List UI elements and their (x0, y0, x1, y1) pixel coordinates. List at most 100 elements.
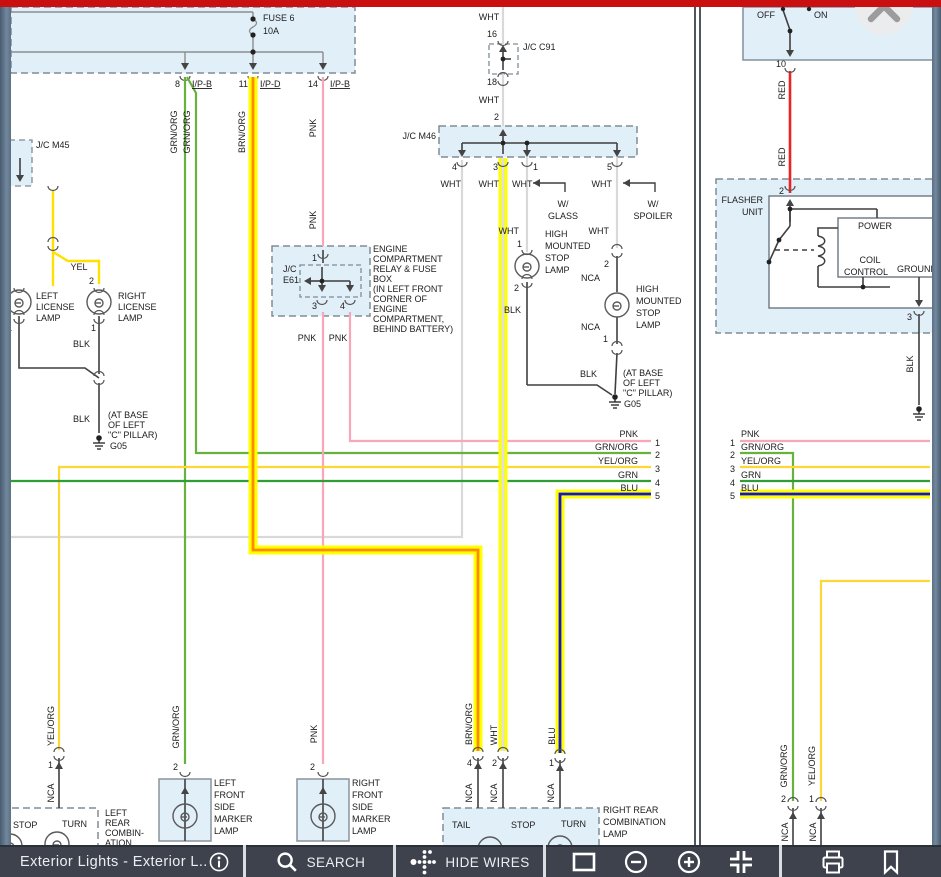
wire-label: NCA (581, 322, 600, 332)
wire-label: PNK (308, 119, 318, 138)
wire-label: WHT (479, 12, 500, 22)
component-label: MARKER (352, 814, 391, 824)
component-label: COMBIN- (105, 828, 144, 838)
search-label: SEARCH (307, 855, 366, 870)
wire-label: NCA (46, 783, 56, 802)
wire-label: BLK (73, 339, 90, 349)
wire-label: BLK (504, 305, 521, 315)
ground-note: "C" PILLAR) (623, 388, 672, 398)
wire-label: PNK (309, 725, 319, 744)
jc-m46-label: J/C M46 (402, 131, 436, 141)
w-glass-label: GLASS (548, 211, 578, 221)
component-label: RIGHT REAR (603, 805, 659, 815)
pin-number: 2 (781, 794, 786, 804)
engine-note: BEHIND BATTERY) (373, 324, 453, 334)
wire-label: WHT (479, 179, 500, 189)
ground-note: OF LEFT (623, 378, 661, 388)
pin-number: 2 (492, 758, 497, 768)
component-label: FRONT (352, 790, 383, 800)
wire-label: WHT (479, 95, 500, 105)
wire-label: WHT (499, 226, 520, 236)
wire-label: GRN/ORG (182, 110, 192, 153)
pin-number: 2 (514, 283, 519, 293)
pin-number: 8 (175, 79, 180, 89)
pin-number: 5 (655, 491, 660, 501)
pin-number: 3 (493, 162, 498, 172)
wire-label: YEL/ORG (807, 746, 817, 786)
component-label: REAR (105, 818, 131, 828)
w-spoiler-label: SPOILER (633, 211, 673, 221)
component-label: LAMP (352, 826, 377, 836)
ground-note: OF LEFT (108, 420, 146, 430)
zoom-in-button[interactable] (675, 848, 703, 876)
jc-e61-label: E61 (283, 275, 299, 285)
pin-number: 2 (89, 276, 94, 286)
fit-page-button[interactable] (570, 848, 598, 876)
lamp-function-label: STOP (511, 820, 535, 830)
component-label: LAMP (636, 320, 661, 330)
component-label: LEFT (36, 291, 59, 301)
zoom-controls-panel (546, 845, 779, 877)
wire-label: GRN/ORG (169, 110, 179, 153)
component-label: MOUNTED (636, 296, 682, 306)
diagram-title-panel[interactable]: Exterior Lights - Exterior L... (0, 845, 243, 877)
wire-label: WHT (512, 179, 533, 189)
wire-label: GRN/ORG (171, 705, 181, 748)
bus-label: GRN (741, 470, 761, 480)
connector-link-ipb[interactable]: I/P-B (192, 79, 212, 89)
wire-label: WHT (589, 226, 610, 236)
wire-label: NCA (464, 783, 474, 802)
bus-label: GRN/ORG (741, 442, 784, 452)
pin-number: 11 (239, 79, 248, 89)
wire-label: WHT (441, 179, 462, 189)
wire-label: PNK (329, 333, 348, 343)
wire-label: NCA (581, 273, 600, 283)
wire-label: NCA (489, 783, 499, 802)
wire-label: WHT (592, 179, 613, 189)
connector-link-ipd[interactable]: I/P-D (260, 79, 281, 89)
wire-label: RED (777, 147, 787, 167)
pin-number: 1 (312, 253, 317, 263)
wire-label: NCA (808, 822, 818, 841)
pin-number: 1 (48, 760, 53, 770)
pin-number: 4 (655, 478, 660, 488)
diagram-title: Exterior Lights - Exterior L... (20, 854, 207, 870)
component-label: LAMP (36, 313, 61, 323)
wire-label: PNK (298, 333, 317, 343)
search-icon (274, 849, 300, 875)
jc-m45-label: J/C M45 (36, 140, 70, 150)
zoom-out-button[interactable] (622, 848, 650, 876)
relay-coil-label: CONTROL (844, 267, 888, 277)
hide-wires-button[interactable]: HIDE WIRES (396, 845, 543, 877)
pin-number: 3 (655, 464, 660, 474)
window-left-edge (0, 0, 11, 877)
compress-view-button[interactable] (727, 848, 755, 876)
bus-label: GRN/ORG (595, 442, 638, 452)
jc-m46-box (439, 126, 637, 157)
hide-wires-label: HIDE WIRES (445, 855, 529, 870)
connector-link-ipb[interactable]: I/P-B (330, 79, 350, 89)
print-icon (819, 848, 847, 876)
pin-number: 3 (907, 312, 912, 322)
component-label: RIGHT (352, 778, 381, 788)
wire-label: BRN/ORG (237, 111, 247, 153)
bookmark-button[interactable] (877, 848, 905, 876)
pin-number: 1 (655, 438, 660, 448)
wire-label: NCA (546, 783, 556, 802)
lamp-function-label: TAIL (452, 820, 470, 830)
engine-note: (IN LEFT FRONT (373, 284, 443, 294)
pin-number: 2 (494, 112, 499, 122)
pin-number: 1 (91, 323, 96, 333)
wire-label: WHT (489, 724, 499, 745)
switch-on-label: ON (814, 10, 828, 20)
lamp-function-label: TURN (561, 819, 586, 829)
component-label: LAMP (603, 829, 628, 839)
component-label: LICENSE (118, 302, 157, 312)
ground-id: G05 (110, 441, 127, 451)
pin-number: 1 (517, 239, 522, 249)
print-button[interactable] (819, 848, 847, 876)
info-button[interactable] (207, 850, 231, 874)
search-button[interactable]: SEARCH (246, 845, 393, 877)
component-label: SIDE (352, 802, 373, 812)
component-label: HIGH (636, 284, 659, 294)
